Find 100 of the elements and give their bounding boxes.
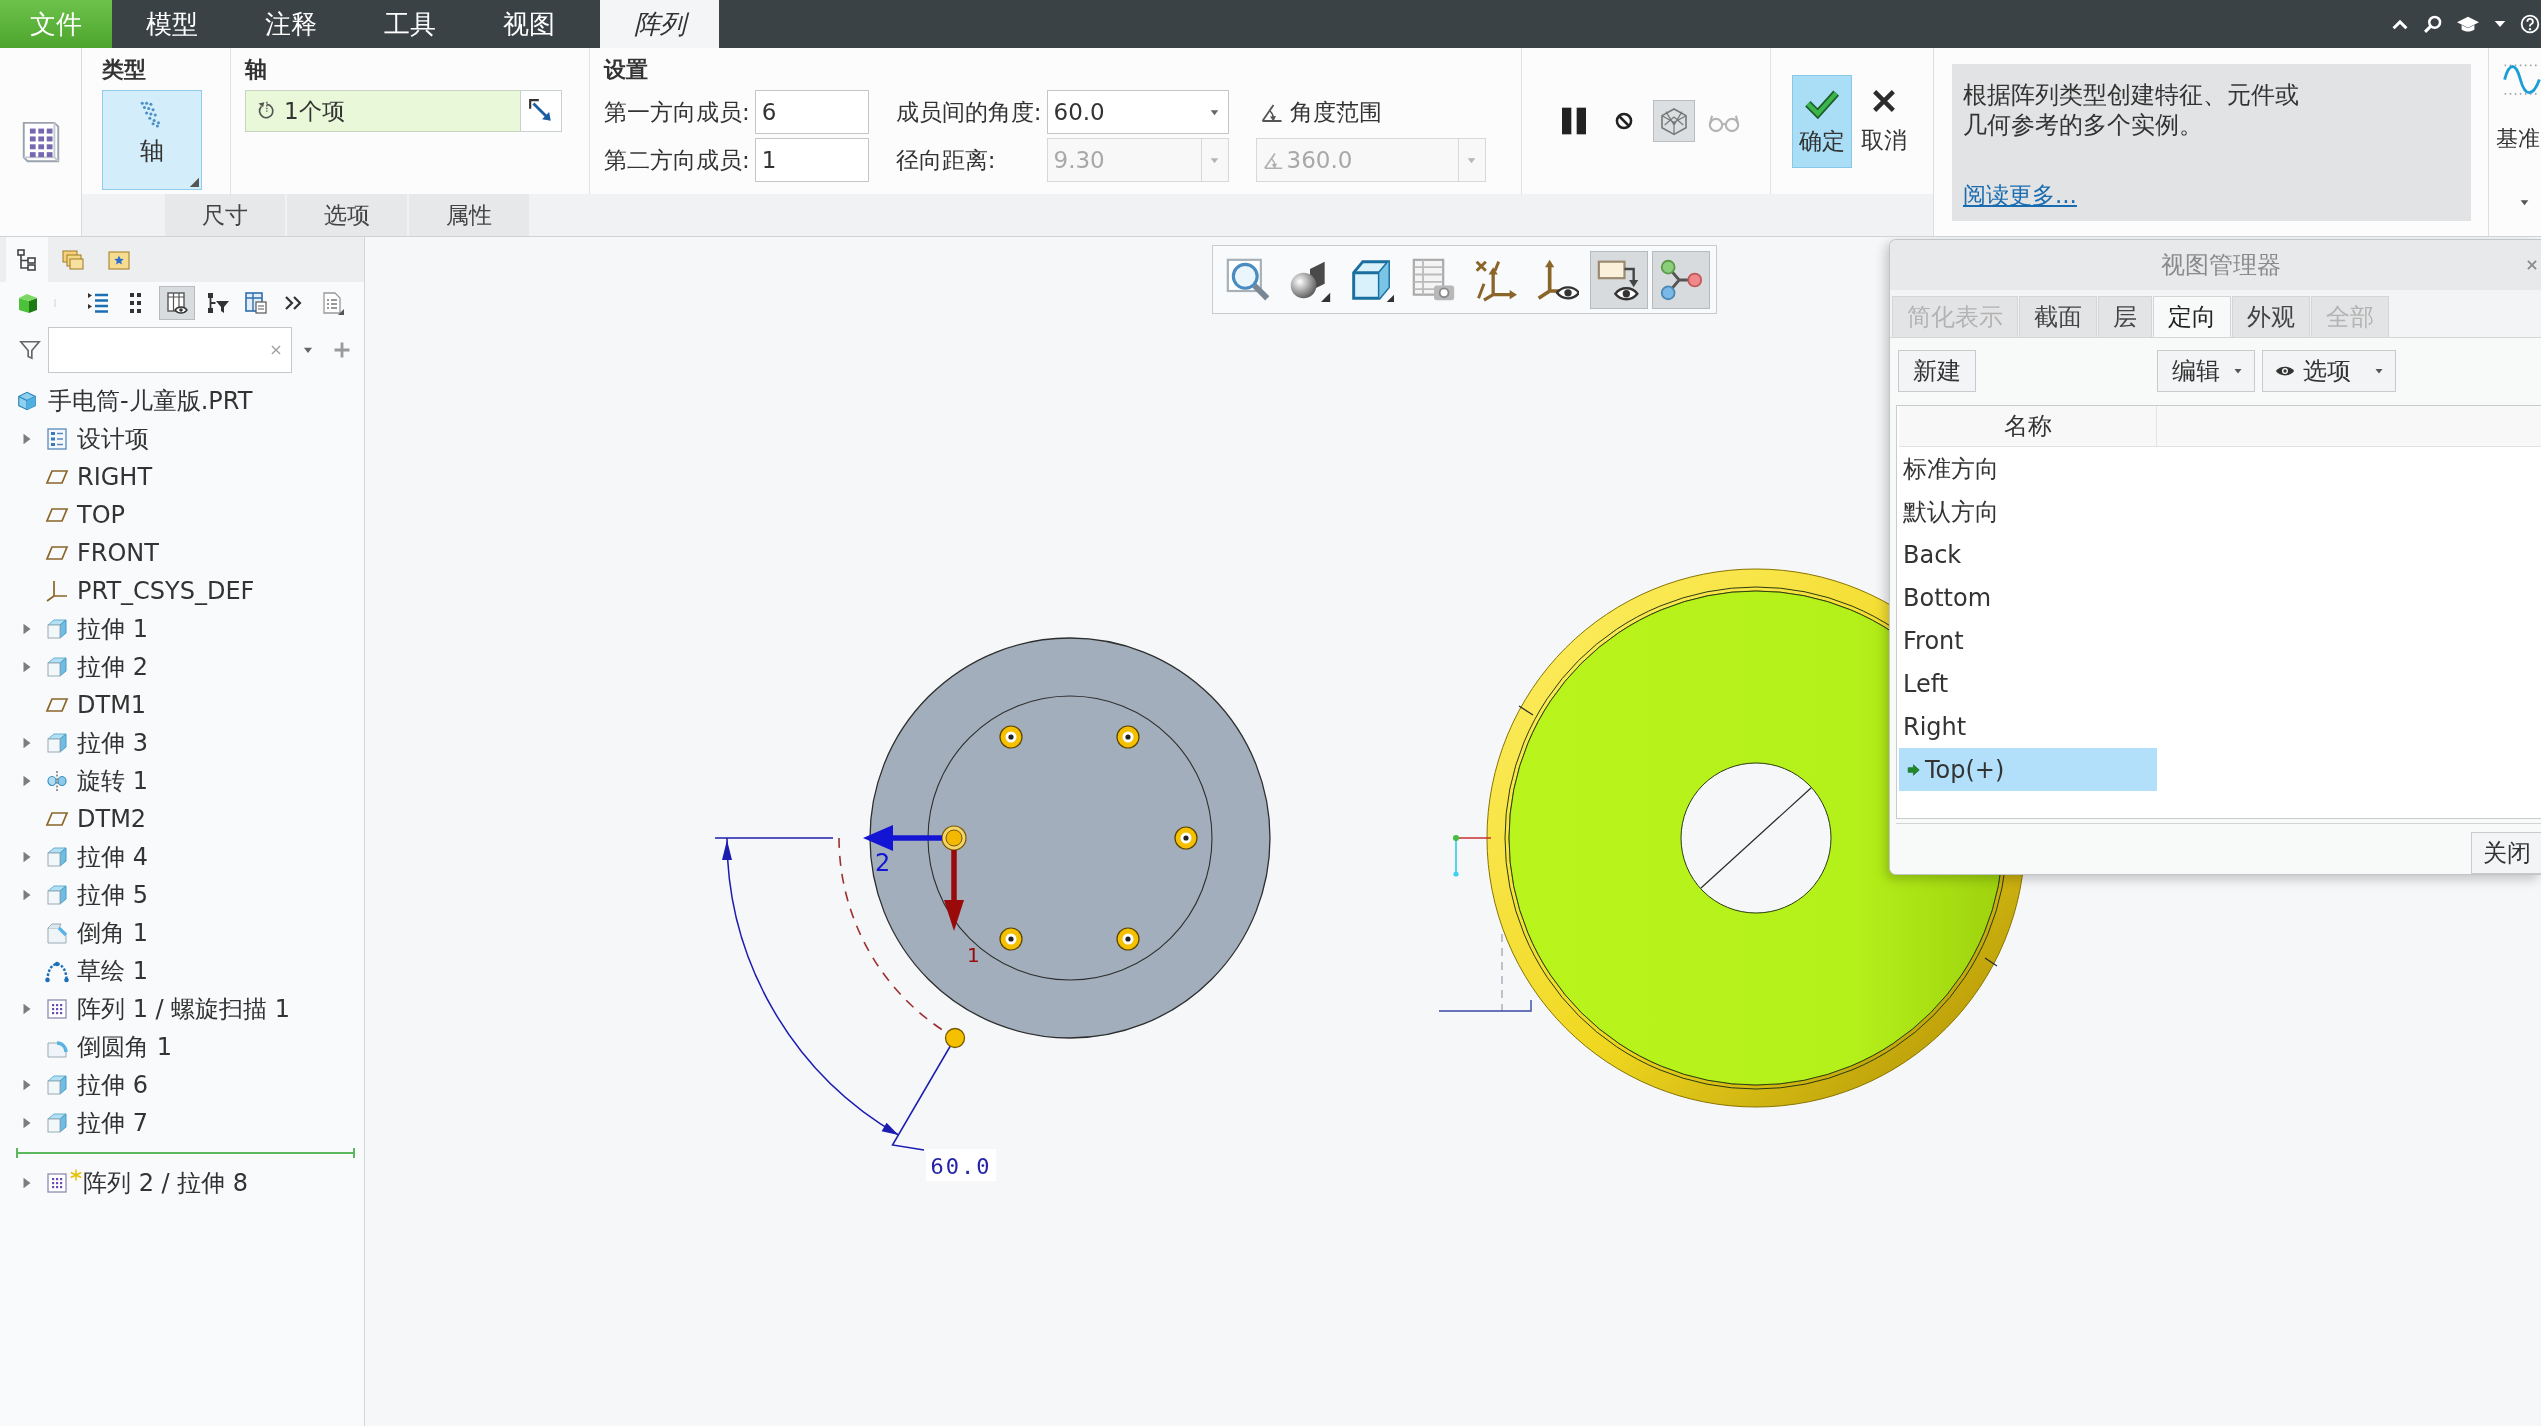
extrude-cube-icon	[45, 1111, 69, 1135]
tree-item[interactable]: DTM1	[77, 691, 147, 719]
tree-item[interactable]: 拉伸 7	[77, 1107, 148, 1139]
coordinate-system-icon	[45, 579, 69, 603]
annotation-display-button[interactable]	[1590, 250, 1649, 309]
edit-menu-button[interactable]: 编辑	[2157, 350, 2255, 392]
clear-icon[interactable]	[269, 343, 283, 357]
geometry-preview-button[interactable]	[1653, 100, 1695, 142]
cube-icon	[16, 291, 40, 315]
tree-item[interactable]: PRT_CSYS_DEF	[77, 577, 255, 605]
pattern-type-button[interactable]: 轴	[102, 90, 202, 190]
close-icon[interactable]	[2525, 258, 2539, 272]
arrow-icon	[1907, 762, 1921, 777]
dialog-tab[interactable]: 截面	[2019, 296, 2097, 337]
dimension-value[interactable]: 60.0	[926, 1149, 996, 1181]
node-graph-icon	[1659, 257, 1704, 302]
pattern-point-icon[interactable]	[999, 725, 1023, 749]
dialog-tab[interactable]: 外观	[2232, 296, 2310, 337]
chamfer-icon	[45, 921, 69, 945]
drag-handle-icon[interactable]	[944, 1027, 966, 1049]
tree-item[interactable]: TOP	[77, 501, 126, 529]
dialog-title: 视图管理器	[2161, 250, 2281, 281]
tree-item[interactable]: 草绘 1	[77, 955, 148, 987]
tree-item[interactable]: 倒角 1	[77, 917, 148, 949]
options-menu-button[interactable]: 选项	[2262, 350, 2396, 392]
field-label: 第一方向成员:	[604, 97, 750, 127]
extrude-cube-icon	[45, 883, 69, 907]
model-tree-tab[interactable]	[6, 237, 48, 282]
column-header[interactable]: 名称	[1899, 406, 2157, 446]
orientation-item[interactable]: 标准方向	[1899, 447, 2157, 490]
new-button[interactable]: 新建	[1898, 350, 1976, 392]
field-label: 成员间的角度:	[895, 97, 1042, 127]
pattern-point-icon[interactable]	[1116, 725, 1140, 749]
tree-item[interactable]: DTM2	[77, 805, 147, 833]
corner-arrow-icon[interactable]	[189, 177, 199, 187]
tree-item[interactable]: 阵列 1 / 螺旋扫描 1	[77, 993, 291, 1025]
asterisk-icon	[70, 1169, 82, 1181]
panel-tab[interactable]: 属性	[409, 194, 529, 236]
direction-arrow[interactable]	[944, 850, 964, 931]
panel-tab[interactable]: 尺寸	[165, 194, 285, 236]
extrude-cube-icon	[45, 617, 69, 641]
folder-stack-icon	[61, 247, 85, 272]
plus-icon[interactable]	[332, 340, 352, 360]
help-icon[interactable]	[2520, 14, 2540, 34]
cancel-button[interactable]: 取消	[1858, 74, 1910, 168]
tree-item[interactable]: 设计项	[77, 423, 149, 455]
tree-item[interactable]: 阵列 2 / 拉伸 8	[83, 1167, 249, 1199]
show-details-button[interactable]	[159, 286, 195, 320]
tree-item[interactable]: 拉伸 2	[77, 651, 148, 683]
panel-tab[interactable]: 选项	[287, 194, 407, 236]
ok-button[interactable]: 确定	[1792, 74, 1852, 168]
direction-label: 1	[967, 943, 980, 967]
wireframe-box-icon	[1658, 105, 1690, 137]
orientation-item[interactable]: Left	[1899, 662, 2157, 705]
pattern-point-icon[interactable]	[1174, 826, 1198, 850]
orientation-item[interactable]: Back	[1899, 533, 2157, 576]
tree-item[interactable]: FRONT	[77, 539, 159, 567]
dialog-tab[interactable]: 层	[2098, 296, 2152, 337]
filter-icon[interactable]	[19, 339, 41, 361]
menu-tab[interactable]: 注释	[231, 0, 350, 48]
menu-tab[interactable]: 视图	[469, 0, 588, 48]
part-cube-icon	[16, 390, 38, 412]
axis-collector-field[interactable]: 1个项	[245, 90, 520, 132]
number-field[interactable]: 6	[754, 90, 869, 134]
menu-tab[interactable]: 阵列	[600, 0, 719, 48]
table-icon	[244, 291, 268, 315]
orientation-item[interactable]: Right	[1899, 705, 2157, 748]
dialog-tab[interactable]: 定向	[2153, 296, 2231, 337]
close-button[interactable]: 关闭	[2471, 832, 2541, 874]
group-label: 基准	[2496, 125, 2540, 153]
tree-item[interactable]: 倒圆角 1	[77, 1031, 172, 1063]
tree-item[interactable]: 拉伸 5	[77, 879, 148, 911]
tree-item[interactable]: RIGHT	[77, 463, 153, 491]
prohibited-icon	[1614, 111, 1634, 131]
tree-item[interactable]: 拉伸 4	[77, 841, 148, 873]
collector-options-button[interactable]	[520, 90, 562, 132]
orientation-item[interactable]: Top(+)	[1899, 748, 2157, 791]
field-label: 第二方向成员:	[604, 145, 750, 175]
tree-item[interactable]: 手电筒-儿童版.PRT	[48, 385, 253, 417]
orientation-item[interactable]: 默认方向	[1899, 490, 2157, 533]
tree-item[interactable]: 旋转 1	[77, 765, 148, 797]
pattern-point-icon[interactable]	[999, 927, 1023, 951]
magnifier-icon	[1225, 257, 1270, 302]
orientation-item[interactable]: Bottom	[1899, 576, 2157, 619]
tree-item[interactable]: 拉伸 6	[77, 1069, 148, 1101]
menu-tab[interactable]: 模型	[112, 0, 231, 48]
help-text: 根据阵列类型创建特征、元件或几何参考的多个实例。	[1963, 80, 2300, 140]
menu-tab[interactable]: 工具	[350, 0, 469, 48]
orientation-item[interactable]: Front	[1899, 619, 2157, 662]
tree-item[interactable]: 拉伸 3	[77, 727, 148, 759]
extrude-cube-icon	[45, 1073, 69, 1097]
dropdown-field[interactable]: 60.0	[1046, 90, 1229, 134]
number-field[interactable]: 1	[754, 138, 869, 182]
tree-search-field[interactable]	[48, 327, 292, 373]
search-icon[interactable]	[2423, 14, 2443, 34]
group-title: 设置	[604, 58, 649, 82]
direction-arrow[interactable]	[863, 825, 942, 851]
pattern-point-icon[interactable]	[1116, 927, 1140, 951]
read-more-link[interactable]: 阅读更多...	[1963, 180, 2077, 211]
tree-item[interactable]: 拉伸 1	[77, 613, 148, 645]
